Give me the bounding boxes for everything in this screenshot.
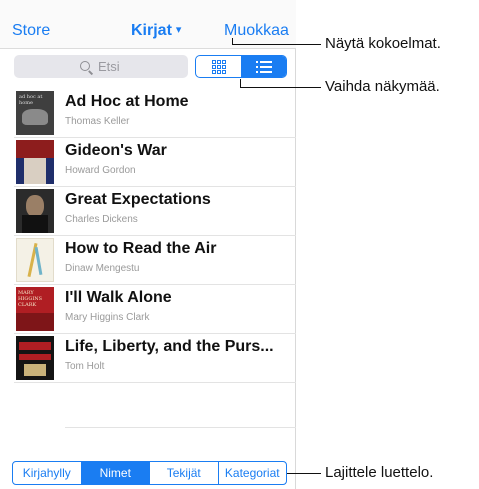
tab-categories[interactable]: Kategoriat <box>219 462 287 484</box>
book-list: ad hoc at home Ad Hoc at Home Thomas Kel… <box>14 89 296 383</box>
collections-title: Kirjat <box>131 22 172 39</box>
book-row[interactable]: Great Expectations Charles Dickens <box>14 187 296 236</box>
store-button[interactable]: Store <box>12 22 50 40</box>
book-author: Mary Higgins Clark <box>65 312 150 323</box>
callout-line-collections <box>232 44 321 45</box>
book-title: Life, Liberty, and the Purs... <box>65 338 274 355</box>
search-field[interactable]: Etsi <box>14 55 188 78</box>
callout-line-view <box>240 87 321 88</box>
list-view-button[interactable] <box>241 56 286 77</box>
list-divider <box>65 427 296 428</box>
callout-line-collections-tick <box>232 38 233 45</box>
navigation-bar: Store Kirjat ▾ Muokkaa <box>0 0 296 49</box>
book-title: Gideon's War <box>65 142 167 159</box>
cover-text: ad hoc at home <box>19 94 43 106</box>
book-cover: MARY HIGGINS CLARK <box>16 287 54 331</box>
collections-button[interactable]: Kirjat ▾ <box>131 22 181 40</box>
grid-icon <box>211 59 226 74</box>
book-cover <box>16 336 54 380</box>
chevron-down-icon: ▾ <box>175 24 182 36</box>
book-title: How to Read the Air <box>65 240 217 257</box>
grid-view-button[interactable] <box>196 56 241 77</box>
callout-collections: Näytä kokoelmat. <box>325 35 441 52</box>
book-title: Great Expectations <box>65 191 211 208</box>
search-icon <box>80 61 90 71</box>
book-author: Tom Holt <box>65 361 105 372</box>
book-author: Howard Gordon <box>65 165 136 176</box>
callout-line-sort <box>287 473 321 474</box>
sort-segmented-control: Kirjahylly Nimet Tekijät Kategoriat <box>12 461 287 485</box>
cover-text: MARY HIGGINS CLARK <box>18 290 43 308</box>
callout-sort-list: Lajittele luettelo. <box>325 464 434 481</box>
book-row[interactable]: Gideon's War Howard Gordon <box>14 138 296 187</box>
callout-switch-view: Vaihda näkymää. <box>325 78 440 95</box>
book-row[interactable]: ad hoc at home Ad Hoc at Home Thomas Kel… <box>14 89 296 138</box>
book-cover <box>16 189 54 233</box>
tab-bookshelf[interactable]: Kirjahylly <box>13 462 82 484</box>
book-row[interactable]: How to Read the Air Dinaw Mengestu <box>14 236 296 285</box>
book-cover: ad hoc at home <box>16 91 54 135</box>
tab-authors[interactable]: Tekijät <box>150 462 219 484</box>
callout-line-view-tick <box>240 79 241 88</box>
search-placeholder: Etsi <box>98 59 120 74</box>
book-row[interactable]: Life, Liberty, and the Purs... Tom Holt <box>14 334 296 383</box>
tab-titles[interactable]: Nimet <box>81 462 150 484</box>
book-cover <box>16 140 54 184</box>
book-author: Thomas Keller <box>65 116 130 127</box>
book-author: Dinaw Mengestu <box>65 263 140 274</box>
edit-button[interactable]: Muokkaa <box>224 22 289 40</box>
book-title: Ad Hoc at Home <box>65 93 189 110</box>
book-title: I'll Walk Alone <box>65 289 172 306</box>
book-row[interactable]: MARY HIGGINS CLARK I'll Walk Alone Mary … <box>14 285 296 334</box>
book-author: Charles Dickens <box>65 214 138 225</box>
book-cover <box>16 238 54 282</box>
view-toggle <box>195 55 287 78</box>
list-icon <box>255 60 272 73</box>
ibooks-screen: Store Kirjat ▾ Muokkaa Etsi ad hoc at hom… <box>0 0 296 489</box>
